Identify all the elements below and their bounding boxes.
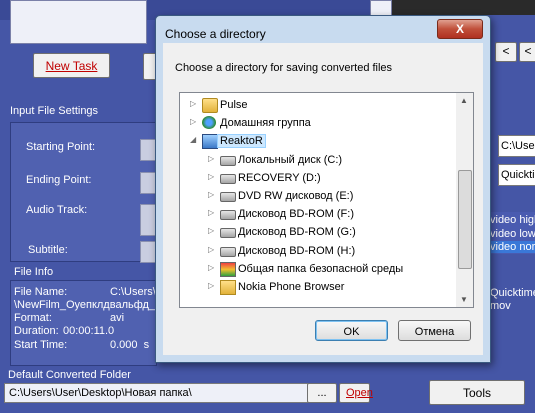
tree-item-label: Домашняя группа [220, 117, 311, 130]
tree-item-label: Общая папка безопасной среды [238, 262, 404, 275]
format-label: Format: [14, 312, 52, 324]
dvd-drive-icon [220, 192, 236, 202]
hard-drive-icon [220, 155, 236, 166]
tree-item[interactable]: ◢ ReaktoR [180, 132, 455, 150]
output-format-select[interactable]: Quicktim [498, 164, 535, 186]
computer-icon [202, 134, 218, 150]
nav-back-button[interactable]: < [495, 42, 517, 62]
tree-item-label: Pulse [220, 99, 248, 111]
start-time-label: Start Time: [14, 339, 68, 351]
scroll-up-icon[interactable]: ▲ [460, 96, 468, 105]
tree-item-label: ReaktoR [217, 134, 266, 149]
mov-label: mov [490, 300, 511, 312]
homegroup-icon [202, 116, 216, 130]
browse-button[interactable]: ... [307, 383, 337, 403]
app-top-field [10, 0, 147, 44]
profile-video-high[interactable]: video high [490, 214, 535, 226]
bd-drive-icon [220, 246, 236, 257]
scroll-thumb[interactable] [458, 170, 472, 269]
tree-item[interactable]: ▷ Общая папка безопасной среды [180, 260, 455, 278]
tree-item-label: Дисковод BD-ROM (F:) [238, 208, 354, 221]
phone-icon [220, 280, 236, 295]
duration-value: 00:00:11.0 [63, 325, 115, 337]
subtitle-label: Subtitle: [28, 244, 68, 256]
tree-item-label: Nokia Phone Browser [238, 281, 345, 293]
tree-item[interactable]: ▷ Дисковод BD-ROM (G:) [180, 223, 455, 241]
starting-point-label: Starting Point: [26, 141, 96, 153]
expand-arrow-icon[interactable]: ▷ [208, 226, 216, 235]
file-info-title: File Info [14, 266, 54, 278]
audio-track-label: Audio Track: [26, 204, 88, 216]
tree-item[interactable]: ▷ Дисковод BD-ROM (F:) [180, 205, 455, 223]
input-settings-title: Input File Settings [10, 105, 99, 117]
tree-item[interactable]: ▷ Домашняя группа [180, 114, 455, 132]
expand-arrow-icon[interactable]: ▷ [208, 263, 216, 272]
preview-area [390, 0, 535, 15]
new-task-button[interactable]: New Task [33, 53, 110, 78]
tree-item[interactable]: ▷ Дисковод BD-ROM (H:) [180, 242, 455, 260]
expand-arrow-icon[interactable]: ▷ [190, 117, 198, 126]
dialog-instruction: Choose a directory for saving converted … [175, 62, 393, 74]
choose-directory-dialog: Choose a directory X Choose a directory … [155, 15, 491, 363]
file-name-label: File Name: [14, 286, 68, 298]
tree-item-label: Локальный диск (C:) [238, 153, 343, 166]
open-folder-button[interactable]: Open [339, 383, 373, 403]
expand-arrow-icon[interactable]: ▷ [208, 172, 216, 181]
tree-item[interactable]: ▷ Pulse [180, 96, 455, 114]
tree-item-label: Дисковод BD-ROM (H:) [238, 244, 356, 257]
tree-item-label: Дисковод BD-ROM (G:) [238, 226, 356, 239]
bd-drive-icon [220, 210, 236, 221]
hard-drive-icon [220, 173, 236, 184]
format-value: avi [110, 312, 125, 324]
user-folder-icon [202, 98, 218, 113]
profile-video-normal[interactable]: video norm [488, 241, 535, 253]
profile-video-lower[interactable]: video lowe [490, 228, 535, 240]
start-time-value: 0.000 s [110, 339, 150, 351]
tree-scrollbar[interactable]: ▲ ▼ [456, 93, 473, 307]
expand-arrow-icon[interactable]: ▷ [208, 154, 216, 163]
cancel-button[interactable]: Отмена [398, 320, 471, 341]
tree-item-label: DVD RW дисковод (E:) [238, 190, 354, 202]
tree-item[interactable]: ▷ Nokia Phone Browser [180, 278, 455, 296]
default-folder-label: Default Converted Folder [8, 369, 131, 381]
expand-arrow-icon[interactable]: ▷ [208, 190, 216, 199]
file-name-line2: \NewFilm_Оуепклдвальфд_0 [14, 299, 155, 311]
close-icon[interactable]: X [437, 19, 483, 39]
folder-tree[interactable]: ▷ Pulse ▷ Домашняя группа ◢ ReaktoR ▷ Локальный… [179, 92, 474, 308]
duration-label: Duration: [14, 325, 59, 337]
ok-button[interactable]: OK [315, 320, 388, 341]
tree-item[interactable]: ▷ RECOVERY (D:) [180, 169, 455, 187]
tree-item-label: RECOVERY (D:) [238, 171, 321, 184]
tree-item[interactable]: ▷ DVD RW дисковод (E:) [180, 187, 455, 205]
bd-drive-icon [220, 228, 236, 239]
dialog-body: Choose a directory for saving converted … [163, 43, 483, 355]
quicktime-label: Quicktime [490, 287, 535, 299]
default-folder-path[interactable]: C:\Users\User\Desktop\Новая папка\ [4, 383, 309, 403]
file-name-value: C:\Users\ [110, 286, 156, 298]
nav-prev-button[interactable]: < [519, 42, 535, 62]
dialog-title: Choose a directory [165, 27, 266, 41]
expand-arrow-icon[interactable]: ▷ [208, 281, 216, 290]
tools-button[interactable]: Tools [429, 380, 525, 405]
expand-arrow-icon[interactable]: ▷ [208, 245, 216, 254]
output-path-field[interactable]: C:\Use [498, 135, 535, 157]
expand-arrow-icon[interactable]: ▷ [190, 99, 198, 108]
expanded-arrow-icon[interactable]: ◢ [190, 135, 198, 144]
ending-point-label: Ending Point: [26, 174, 92, 186]
shared-folder-icon [220, 261, 236, 277]
tree-item[interactable]: ▷ Локальный диск (C:) [180, 151, 455, 169]
expand-arrow-icon[interactable]: ▷ [208, 208, 216, 217]
scroll-down-icon[interactable]: ▼ [460, 295, 468, 304]
